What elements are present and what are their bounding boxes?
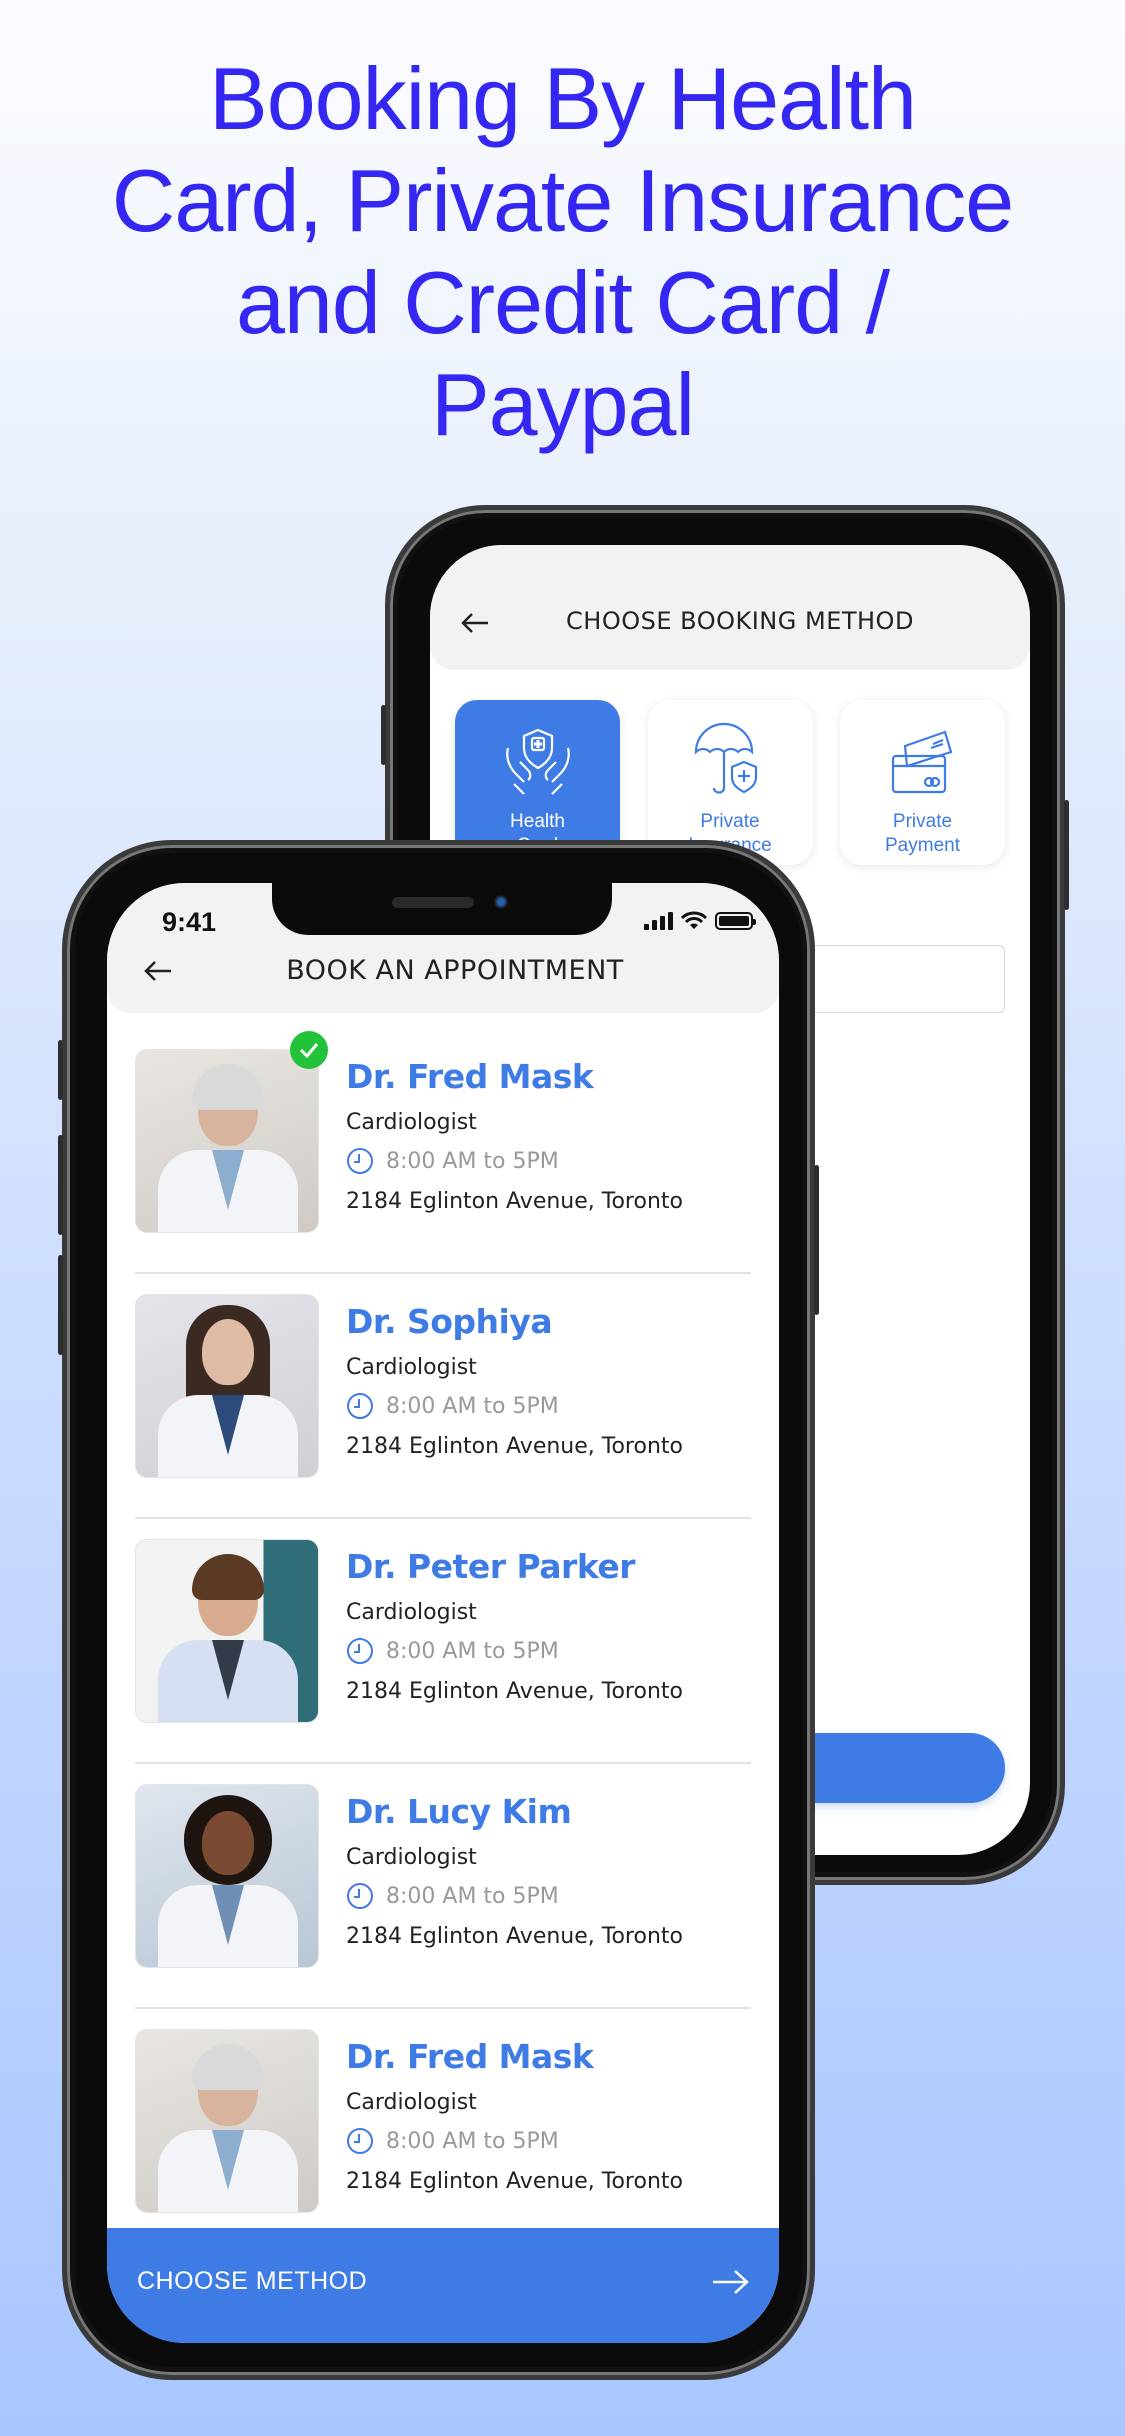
battery-icon [715,912,756,930]
doctor-specialty: Cardiologist [346,1110,477,1135]
doctor-card[interactable]: Dr. Lucy Kim Cardiologist 8:00 AM to 5PM… [135,1764,751,2009]
credit-card-icon [891,730,952,794]
doctor-hours: 8:00 AM to 5PM [386,1883,559,1909]
doctor-specialty: Cardiologist [346,1600,477,1625]
umbrella-shield-icon [694,722,758,794]
doctor-hours: 8:00 AM to 5PM [386,1638,559,1664]
doctor-photo [135,1539,319,1723]
doctor-photo [135,1294,319,1478]
choose-method-button[interactable]: CHOOSE METHOD [107,2228,779,2343]
doctor-address: 2184 Eglinton Avenue, Toronto [346,1924,683,1949]
choose-method-label: CHOOSE METHOD [137,2267,368,2295]
headline: Booking By Health Card, Private Insuranc… [0,48,1125,456]
front-phone-mockup: 9:41 BOOK AN APPOINTMENT Dr. Fred Mask C… [58,840,819,2380]
power-button [814,1165,819,1315]
headline-line-2: Card, Private Insurance [111,151,1014,250]
clock-icon [347,1148,373,1174]
volume-down-button [58,1255,63,1355]
method-private-payment[interactable]: Private Payment [840,700,1005,865]
speaker [392,897,474,908]
doctor-address: 2184 Eglinton Avenue, Toronto [346,2169,683,2194]
front-camera [494,895,508,909]
doctor-hours: 8:00 AM to 5PM [386,2128,559,2154]
doctor-specialty: Cardiologist [346,2090,477,2115]
doctor-card[interactable]: Dr. Fred Mask Cardiologist 8:00 AM to 5P… [135,1029,751,1274]
volume-up-button [58,1135,63,1235]
notch [272,883,612,935]
selected-check-icon [290,1031,328,1069]
arrow-right-icon [713,2269,749,2294]
hands-shield-icon [505,728,570,795]
doctor-card[interactable]: Dr. Peter Parker Cardiologist 8:00 AM to… [135,1519,751,1764]
doctor-card[interactable]: Dr. Fred Mask Cardiologist 8:00 AM to 5P… [135,2009,751,2254]
book-appointment-screen: 9:41 BOOK AN APPOINTMENT Dr. Fred Mask C… [107,883,779,2343]
doctor-name: Dr. Lucy Kim [346,1792,572,1831]
clock-icon [347,1393,373,1419]
status-icons [644,911,756,931]
headline-line-1: Booking By Health [209,49,917,148]
doctor-address: 2184 Eglinton Avenue, Toronto [346,1679,683,1704]
doctor-name: Dr. Fred Mask [346,1057,594,1096]
doctor-photo [135,1049,319,1233]
doctor-card[interactable]: Dr. Sophiya Cardiologist 8:00 AM to 5PM … [135,1274,751,1519]
doctor-address: 2184 Eglinton Avenue, Toronto [346,1189,683,1214]
method-label-line1: Private [700,811,760,832]
clock-icon [347,1883,373,1909]
doctor-name: Dr. Fred Mask [346,2037,594,2076]
method-label-line1: Health [510,811,565,832]
doctor-list: Dr. Fred Mask Cardiologist 8:00 AM to 5P… [135,1029,751,2254]
page-title: CHOOSE BOOKING METHOD [566,607,914,635]
wifi-icon [681,911,707,929]
doctor-specialty: Cardiologist [346,1355,477,1380]
clock-icon [347,1638,373,1664]
signal-icon [644,912,673,930]
doctor-name: Dr. Sophiya [346,1302,553,1341]
mute-switch [381,705,386,765]
doctor-photo [135,2029,319,2213]
doctor-hours: 8:00 AM to 5PM [386,1393,559,1419]
status-time: 9:41 [162,907,217,937]
clock-icon [347,2128,373,2154]
method-label-line2: Payment [885,835,960,856]
page-title: BOOK AN APPOINTMENT [286,955,624,986]
doctor-name: Dr. Peter Parker [346,1547,636,1586]
headline-line-4: Paypal [430,355,695,454]
headline-line-3: and Credit Card / [235,253,890,352]
doctor-photo [135,1784,319,1968]
method-label-line1: Private [892,811,953,832]
power-button [1064,800,1069,910]
doctor-address: 2184 Eglinton Avenue, Toronto [346,1434,683,1459]
mute-switch [58,1040,63,1100]
doctor-hours: 8:00 AM to 5PM [386,1148,559,1174]
doctor-specialty: Cardiologist [346,1845,477,1870]
